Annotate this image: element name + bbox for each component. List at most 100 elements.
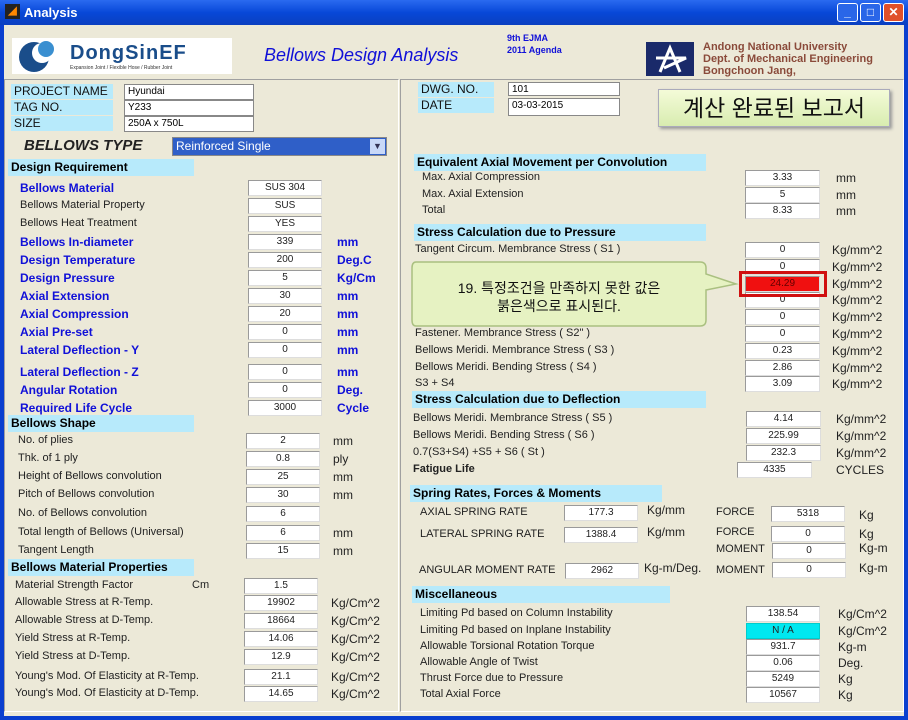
value-field[interactable]: 339 [248,234,322,250]
value-field[interactable]: 2.86 [745,360,820,376]
value-field[interactable]: 5 [745,187,820,203]
unit-label: Kg/Cm^2 [331,670,380,684]
row-label: Bellows Material Property [20,199,145,211]
lateral-spring-rate-field[interactable]: 1388.4 [564,527,638,543]
unit-label: Kg [859,508,874,522]
project-field[interactable]: 250A x 750L [124,116,254,132]
unit-label: mm [333,526,353,540]
value-field[interactable]: 200 [248,252,322,268]
angular-moment-field[interactable]: 0 [772,562,846,578]
value-field[interactable]: 6 [246,525,320,541]
value-field[interactable]: 14.06 [244,631,318,647]
project-label: SIZE [11,116,113,131]
value-field[interactable]: 4335 [737,462,812,478]
row-label: S3 + S4 [415,377,455,389]
value-field[interactable]: 138.54 [746,606,820,622]
value-field[interactable]: 19902 [244,595,318,611]
unit-label: mm [337,289,359,303]
project-field[interactable]: Hyundai [124,84,254,100]
drawing-field[interactable]: 03-03-2015 [508,98,620,116]
value-field[interactable]: 5249 [746,671,820,687]
value-field[interactable]: 21.1 [244,669,318,685]
row-label: Thrust Force due to Pressure [420,672,564,684]
value-field[interactable]: 1.5 [244,578,318,594]
unit-label: Cycle [337,401,370,415]
chevron-down-icon[interactable]: ▼ [370,139,385,154]
unit-label: Kg/Cm^2 [331,650,380,664]
value-field[interactable]: 12.9 [244,649,318,665]
value-field[interactable]: 3000 [248,400,322,416]
value-field[interactable]: YES [248,216,322,232]
value-field[interactable]: SUS [248,198,322,214]
project-field[interactable]: Y233 [124,100,254,116]
unit-label: ply [333,452,349,466]
row-label: Design Temperature [20,253,136,267]
value-field[interactable]: 0 [745,242,820,258]
row-label: Total length of Bellows (Universal) [18,526,184,538]
bellows-type-select[interactable]: Reinforced Single ▼ [172,137,387,156]
value-field[interactable]: 232.3 [746,445,821,461]
minimize-button[interactable]: _ [837,3,858,22]
maximize-button[interactable]: □ [860,3,881,22]
logo-mark-icon [19,41,54,72]
value-field[interactable]: 4.14 [746,411,821,427]
value-field[interactable]: 3.33 [745,170,820,186]
value-field[interactable]: 3.09 [745,376,820,392]
value-field[interactable]: 0.06 [746,655,820,671]
drawing-field[interactable]: 101 [508,82,620,96]
value-field[interactable]: 0.23 [745,343,820,359]
value-field[interactable]: 225.99 [746,428,821,444]
row-label: Required Life Cycle [20,401,133,415]
value-field[interactable]: 8.33 [745,203,820,219]
value-field[interactable]: 6 [246,506,320,522]
axial-force-field[interactable]: 5318 [771,506,845,522]
value-field[interactable]: 30 [246,487,320,503]
value-field[interactable]: 0 [745,309,820,325]
value-field[interactable]: 2 [246,433,320,449]
misc-header: Miscellaneous [412,586,670,603]
row-label: No. of Bellows convolution [18,507,148,519]
value-field[interactable]: SUS 304 [248,180,322,196]
row-label: Allowable Torsional Rotation Torque [420,640,595,652]
value-field[interactable]: 15 [246,543,320,559]
lateral-moment-field[interactable]: 0 [772,543,846,559]
value-field[interactable]: 10567 [746,687,820,703]
value-field[interactable]: 20 [248,306,322,322]
project-label: TAG NO. [11,100,113,115]
angular-moment-rate-field[interactable]: 2962 [565,563,639,579]
value-field[interactable]: 0 [745,326,820,342]
value-field[interactable]: N / A [746,623,820,639]
close-button[interactable]: ✕ [883,3,904,22]
value-field[interactable]: 25 [246,469,320,485]
unit-label: mm [836,171,856,185]
value-field[interactable]: 0 [248,364,322,380]
lateral-force-field[interactable]: 0 [771,526,845,542]
bellows_shape-header: Bellows Shape [8,415,194,432]
unit-label: mm [337,325,359,339]
value-field[interactable]: 931.7 [746,639,820,655]
unit-label: Kg/mm^2 [832,310,883,324]
unit-label: Kg/Cm^2 [331,687,380,701]
unit-label: mm [333,434,353,448]
axial-spring-rate-field[interactable]: 177.3 [564,505,638,521]
row-label: Total Axial Force [420,688,501,700]
value-field[interactable]: 5 [248,270,322,286]
value-field[interactable]: 0.8 [246,451,320,467]
lateral-force-label: FORCE [716,526,755,538]
value-field[interactable]: 18664 [244,613,318,629]
value-field[interactable]: 30 [248,288,322,304]
value-field[interactable]: 0 [248,324,322,340]
unit-label: mm [337,343,359,357]
unit-label: Kg/mm^2 [832,377,883,391]
row-label: Height of Bellows convolution [18,470,162,482]
row-label: Bellows Meridi. Membrance Stress ( S5 ) [413,412,613,424]
university-logo [646,42,694,76]
row-label: Allowable Stress at R-Temp. [15,596,154,608]
value-field[interactable]: 0 [248,342,322,358]
unit-label: Kg/mm^2 [832,293,883,307]
unit-label: mm [836,188,856,202]
value-field[interactable]: 14.65 [244,686,318,702]
row-label: Bellows In-diameter [20,235,134,249]
value-field[interactable]: 0 [248,382,322,398]
unit-label: Kg/mm^2 [836,429,887,443]
